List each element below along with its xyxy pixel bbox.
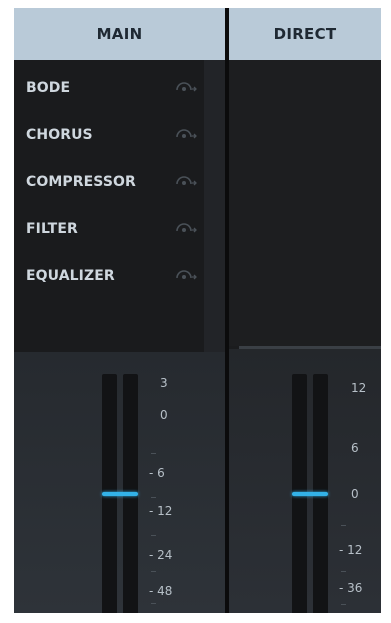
effect-item-equalizer[interactable]: EQUALIZER <box>26 264 201 288</box>
main-fader-handle[interactable] <box>102 492 138 496</box>
main-scale-label: - 48 <box>149 584 173 598</box>
main-channel-strip: MAIN BODE CHORUS COMPRESSOR FILTER EQUAL… <box>14 8 225 613</box>
direct-fader-handle[interactable] <box>292 492 328 496</box>
minor-tick <box>341 604 346 605</box>
send-knob-icon[interactable] <box>174 268 198 282</box>
direct-channel-strip: DIRECT 12 6 0 - 12 - 36 <box>229 8 381 613</box>
main-scale-label: - 24 <box>149 548 173 562</box>
send-knob-icon[interactable] <box>174 221 198 235</box>
direct-scale-label: 0 <box>351 487 359 501</box>
direct-scale-label: - 12 <box>339 543 363 557</box>
effect-label: EQUALIZER <box>26 268 115 284</box>
effect-label: BODE <box>26 80 71 96</box>
direct-scale-label: 12 <box>351 381 367 395</box>
minor-tick <box>341 525 346 526</box>
effect-item-compressor[interactable]: COMPRESSOR <box>26 170 201 194</box>
main-scale-label: - 12 <box>149 504 173 518</box>
minor-tick <box>341 571 346 572</box>
minor-tick <box>151 535 156 536</box>
main-header: MAIN <box>14 8 225 60</box>
minor-tick <box>151 453 156 454</box>
effect-label: CHORUS <box>26 127 93 143</box>
direct-header: DIRECT <box>229 8 381 60</box>
main-fader-area: 3 0 - 6 - 12 - 24 - 48 <box>14 352 225 613</box>
send-knob-icon[interactable] <box>174 127 198 141</box>
effects-scrollbar[interactable] <box>204 60 225 352</box>
direct-fader-area: 12 6 0 - 12 - 36 <box>229 349 381 613</box>
main-scale-label: 0 <box>160 408 168 422</box>
effect-item-filter[interactable]: FILTER <box>26 217 201 241</box>
direct-scale-label: - 36 <box>339 581 363 595</box>
effect-item-bode[interactable]: BODE <box>26 76 201 100</box>
send-knob-icon[interactable] <box>174 80 198 94</box>
effects-list: BODE CHORUS COMPRESSOR FILTER EQUALIZER <box>14 60 204 352</box>
direct-scale-label: 6 <box>351 441 359 455</box>
main-scale-label: 3 <box>160 376 168 390</box>
main-scale-label: - 6 <box>149 466 165 480</box>
effect-label: COMPRESSOR <box>26 174 136 190</box>
effect-label: FILTER <box>26 221 78 237</box>
minor-tick <box>151 571 156 572</box>
minor-tick <box>151 497 156 498</box>
send-knob-icon[interactable] <box>174 174 198 188</box>
direct-empty-area <box>229 60 381 346</box>
minor-tick <box>151 603 156 604</box>
effect-item-chorus[interactable]: CHORUS <box>26 123 201 147</box>
